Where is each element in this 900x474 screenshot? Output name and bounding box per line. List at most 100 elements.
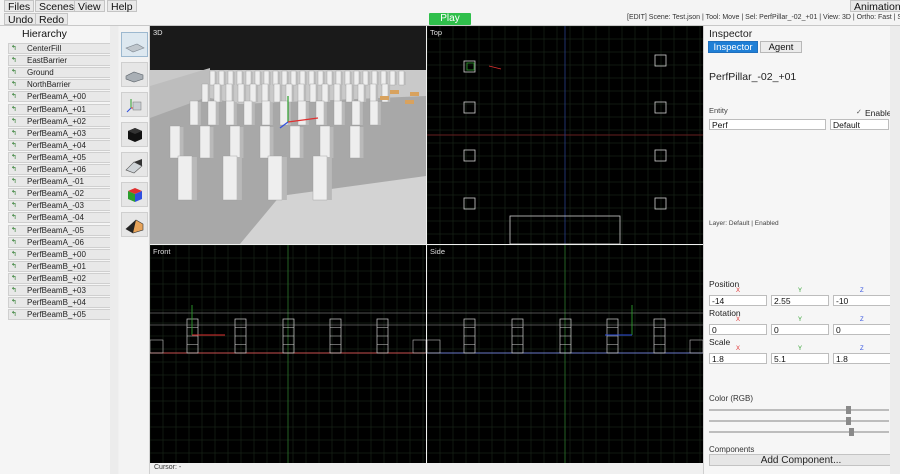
visibility-icon[interactable]: ↰ [11,227,19,235]
scale-axis-z: Z [860,346,864,352]
visibility-icon[interactable]: ↰ [11,299,19,307]
visibility-icon[interactable]: ↰ [11,190,19,198]
rotation-x-input[interactable] [709,324,767,335]
visibility-icon[interactable]: ↰ [11,69,19,77]
visibility-icon[interactable]: ↰ [11,263,19,271]
hierarchy-item[interactable]: ↰ PerfBeamA_-01 [8,176,115,188]
add-component-button[interactable]: Add Component... [709,454,893,466]
position-z-input[interactable] [833,295,891,306]
tool-move[interactable] [121,92,148,117]
visibility-icon[interactable]: ↰ [11,214,19,222]
tool-ramp[interactable] [121,152,148,177]
color-g-thumb[interactable] [845,417,851,425]
top-pillar-marker [463,197,476,210]
visibility-icon[interactable]: ↰ [11,130,19,138]
hierarchy-item[interactable]: ↰ PerfBeamB_+01 [8,260,115,272]
hierarchy-item[interactable]: ↰ PerfBeamA_-06 [8,236,115,248]
scene-pillar [225,83,233,103]
hierarchy-item[interactable]: ↰ PerfBeamA_+05 [8,151,115,163]
visibility-icon[interactable]: ↰ [11,45,19,53]
scene-pillar [225,100,235,126]
hierarchy-item[interactable]: ↰ PerfBeamB_+02 [8,272,115,284]
viewport-top[interactable]: Top [427,26,703,244]
rotation-y-input[interactable] [771,324,829,335]
hierarchy-item[interactable]: ↰ PerfBeamA_+03 [8,127,115,139]
visibility-icon[interactable]: ↰ [11,106,19,114]
entity-tag-input[interactable] [830,119,889,130]
redo-button[interactable]: Redo [35,13,69,26]
view-menu[interactable]: View [74,0,105,13]
scale-z-input[interactable] [833,353,891,364]
hierarchy-item-label: PerfBeamA_-03 [27,201,84,211]
tool-terrain[interactable] [121,62,148,87]
scene-pillar [353,70,360,86]
undo-button[interactable]: Undo [4,13,38,26]
viewport-side[interactable]: Side [427,245,703,463]
hierarchy-item[interactable]: ↰ Ground [8,67,115,79]
files-menu[interactable]: Files [4,0,35,13]
hierarchy-item[interactable]: ↰ PerfBeamA_+01 [8,103,115,115]
color-b-slider[interactable] [709,428,889,436]
scale-x-input[interactable] [709,353,767,364]
hierarchy-item[interactable]: ↰ CenterFill [8,43,115,54]
inspector-scrollbar[interactable] [890,26,900,474]
tab-inspector[interactable]: Inspector [708,41,758,53]
color-b-thumb[interactable] [849,428,854,436]
color-r-thumb[interactable] [845,406,851,414]
hierarchy-item[interactable]: ↰ PerfBeamA_+02 [8,115,115,127]
visibility-icon[interactable]: ↰ [11,154,19,162]
scene-pillar [263,70,270,86]
hierarchy-item[interactable]: ↰ PerfBeamA_+04 [8,139,115,151]
visibility-icon[interactable]: ↰ [11,166,19,174]
animation-menu[interactable]: Animation [850,0,900,13]
tab-agent[interactable]: Agent [760,41,802,53]
rotation-z-input[interactable] [833,324,891,335]
hierarchy-item[interactable]: ↰ PerfBeamA_-02 [8,188,115,200]
hierarchy-item[interactable]: ↰ PerfBeamB_+05 [8,309,115,321]
visibility-icon[interactable]: ↰ [11,202,19,210]
hierarchy-item[interactable]: ↰ PerfBeamA_-05 [8,224,115,236]
visibility-icon[interactable]: ↰ [11,251,19,259]
scale-label: Scale [709,337,731,347]
visibility-icon[interactable]: ↰ [11,142,19,150]
tool-rgb-cube[interactable] [121,182,148,207]
hierarchy-item[interactable]: ↰ NorthBarrier [8,79,115,91]
visibility-icon[interactable]: ↰ [11,275,19,283]
hierarchy-item[interactable]: ↰ PerfBeamA_-03 [8,200,115,212]
hierarchy-item[interactable]: ↰ PerfBeamA_-04 [8,212,115,224]
hierarchy-item[interactable]: ↰ EastBarrier [8,55,115,67]
visibility-icon[interactable]: ↰ [11,81,19,89]
visibility-icon[interactable]: ↰ [11,57,19,65]
scene-pillar-shade [216,102,219,125]
entity-name-input[interactable] [709,119,826,130]
play-button[interactable]: Play [429,13,471,25]
viewport-front[interactable]: Front [150,245,426,463]
scene-pillar-shade [296,72,298,85]
tool-wedge[interactable] [121,212,148,237]
viewport-3d[interactable]: 3D [150,26,426,244]
visibility-icon[interactable]: ↰ [11,118,19,126]
visibility-icon[interactable]: ↰ [11,239,19,247]
tool-cube[interactable] [121,122,148,147]
visibility-icon[interactable]: ↰ [11,178,19,186]
hierarchy-item[interactable]: ↰ PerfBeamB_+00 [8,248,115,260]
hierarchy-item[interactable]: ↰ PerfBeamA_+06 [8,164,115,175]
hierarchy-item[interactable]: ↰ PerfBeamB_+04 [8,297,115,309]
help-menu[interactable]: Help [107,0,137,13]
position-y-input[interactable] [771,295,829,306]
visibility-icon[interactable]: ↰ [11,287,19,295]
tool-plane[interactable] [121,32,148,57]
color-g-slider[interactable] [709,417,889,425]
visibility-icon[interactable]: ↰ [11,311,19,319]
scale-y-input[interactable] [771,353,829,364]
color-r-slider[interactable] [709,406,889,414]
hierarchy-item[interactable]: ↰ PerfBeamB_+03 [8,285,115,296]
position-x-input[interactable] [709,295,767,306]
hierarchy-scrollbar[interactable] [110,26,118,474]
top-pillar-marker [654,149,667,162]
scene-pillar-shade [306,102,309,125]
enabled-checkbox-icon[interactable]: ✓ [856,108,862,116]
hierarchy-item[interactable]: ↰ PerfBeamA_+00 [8,91,115,103]
visibility-icon[interactable]: ↰ [11,93,19,101]
scenes-menu[interactable]: Scenes [35,0,79,13]
